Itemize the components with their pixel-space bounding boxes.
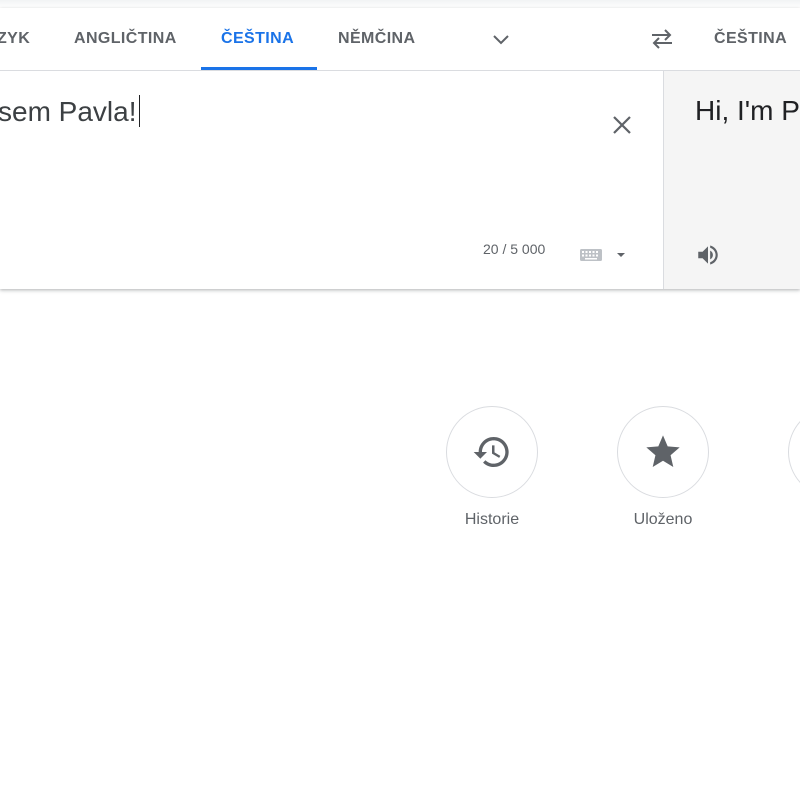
saved-button[interactable] — [617, 406, 709, 498]
history-label: Historie — [464, 511, 520, 528]
history-action[interactable]: Historie — [446, 406, 538, 529]
source-textarea[interactable]: sem Pavla! — [0, 95, 140, 128]
language-bar: ZYK ANGLIČTINA ČEŠTINA NĚMČINA ČEŠTINA — [0, 8, 800, 71]
translation-text: Hi, I'm P — [695, 95, 800, 126]
character-count: 20 / 5 000 — [483, 241, 546, 257]
community-button[interactable] — [788, 406, 800, 498]
text-caret — [138, 95, 140, 127]
saved-action[interactable]: Uloženo — [617, 406, 709, 529]
source-text: sem Pavla! — [0, 96, 137, 127]
listen-translation-button[interactable] — [690, 237, 726, 273]
saved-label: Uloženo — [633, 511, 693, 528]
translate-card: ZYK ANGLIČTINA ČEŠTINA NĚMČINA ČEŠTINA s… — [0, 8, 800, 289]
star-icon — [646, 435, 680, 467]
chevron-down-icon — [493, 35, 509, 45]
history-button[interactable] — [446, 406, 538, 498]
clear-text-button[interactable] — [604, 107, 640, 143]
more-languages-button[interactable] — [483, 23, 519, 55]
source-panel: sem Pavla! 20 / 5 000 — [0, 71, 663, 289]
tab-english[interactable]: ANGLIČTINA — [74, 8, 177, 70]
target-panel: Hi, I'm P — [664, 71, 800, 289]
keyboard-icon — [580, 249, 602, 261]
caret-down-icon — [617, 253, 625, 257]
speaker-icon — [698, 245, 718, 265]
tab-target-language[interactable]: ČEŠTINA — [714, 8, 787, 70]
history-icon — [473, 437, 509, 467]
input-tools-button[interactable] — [578, 243, 630, 267]
translate-page: ZYK ANGLIČTINA ČEŠTINA NĚMČINA ČEŠTINA s… — [0, 0, 800, 800]
tab-czech[interactable]: ČEŠTINA — [221, 8, 294, 70]
tab-german[interactable]: NĚMČINA — [338, 8, 415, 70]
active-tab-indicator — [201, 67, 317, 70]
tab-detect-language[interactable]: ZYK — [0, 8, 30, 70]
swap-languages-button[interactable] — [644, 23, 680, 55]
swap-icon — [652, 29, 672, 49]
top-shadow — [0, 0, 800, 8]
close-icon — [613, 116, 631, 134]
